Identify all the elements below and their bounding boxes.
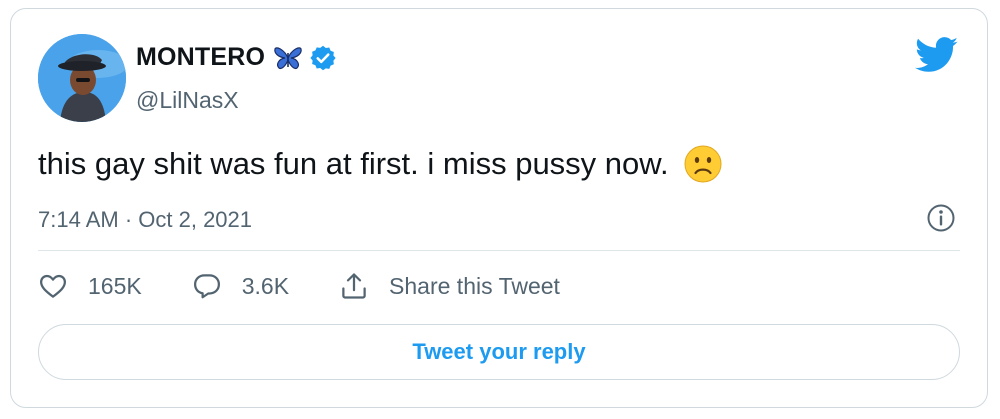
sad-face-icon — [684, 145, 722, 183]
butterfly-icon — [274, 46, 302, 69]
tweet-reply-button[interactable]: Tweet your reply — [38, 324, 960, 380]
reply-bubble-icon — [193, 274, 220, 299]
like-action[interactable]: 165K — [38, 271, 142, 301]
heart-icon — [40, 274, 66, 298]
author-display-name[interactable]: MONTERO — [136, 43, 265, 72]
avatar[interactable] — [38, 34, 126, 122]
info-icon[interactable] — [925, 202, 957, 234]
tweet-card: MONTERO @LilNasX this gay shit was fun a… — [10, 8, 988, 408]
divider — [38, 250, 960, 251]
share-action[interactable]: Share this Tweet — [339, 271, 560, 301]
twitter-bird-icon[interactable] — [915, 37, 959, 73]
share-label: Share this Tweet — [389, 272, 560, 299]
reply-action[interactable]: 3.6K — [192, 271, 289, 301]
tweet-timestamp[interactable]: 7:14 AM · Oct 2, 2021 — [38, 207, 252, 233]
tweet-text-content: this gay shit was fun at first. i miss p… — [38, 146, 669, 181]
author-row: MONTERO — [136, 43, 337, 72]
like-count: 165K — [88, 272, 142, 299]
tweet-text: this gay shit was fun at first. i miss p… — [38, 144, 723, 184]
share-icon — [342, 273, 366, 299]
reply-count: 3.6K — [241, 272, 290, 299]
tweet-actions: 165K 3.6K Share this Tweet — [38, 271, 610, 301]
verified-icon — [310, 45, 336, 70]
author-handle[interactable]: @LilNasX — [136, 87, 239, 114]
